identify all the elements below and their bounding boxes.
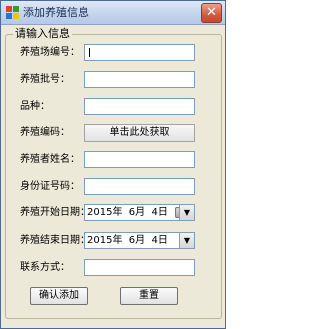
batch-label: 养殖批号： xyxy=(20,74,70,85)
start-date-label: 养殖开始日期： xyxy=(20,207,90,218)
batch-input[interactable] xyxy=(84,71,195,88)
farmer-name-label: 养殖者姓名： xyxy=(20,154,80,165)
close-button[interactable]: ✕ xyxy=(201,3,222,23)
breed-label: 品种： xyxy=(20,101,50,112)
chevron-down-icon[interactable]: ▼ xyxy=(179,233,194,248)
chevron-down-icon[interactable]: ▼ xyxy=(179,205,194,220)
end-date-value: 2015年 6月 4日 xyxy=(87,235,168,246)
farm-id-label: 养殖场编号： xyxy=(20,47,80,58)
end-date-label: 养殖结束日期： xyxy=(20,235,90,246)
contact-input[interactable] xyxy=(84,259,195,276)
groupbox-title: 请输入信息 xyxy=(13,27,72,40)
id-card-input[interactable] xyxy=(84,178,195,195)
app-window-icon xyxy=(6,6,19,19)
id-card-label: 身份证号码： xyxy=(20,181,80,192)
end-date-picker[interactable]: 2015年 6月 4日 ▼ xyxy=(84,232,195,249)
confirm-add-button[interactable]: 确认添加 xyxy=(30,287,88,305)
get-code-button[interactable]: 单击此处获取 xyxy=(84,124,195,142)
start-date-picker[interactable]: 2015年 6月 4日 ▼ xyxy=(84,204,195,221)
close-icon: ✕ xyxy=(206,5,217,20)
reset-button[interactable]: 重置 xyxy=(120,287,178,305)
farmer-name-input[interactable] xyxy=(84,151,195,168)
window-title: 添加养殖信息 xyxy=(23,6,89,19)
add-breeding-info-dialog: 添加养殖信息 ✕ 请输入信息 养殖场编号： 养殖批号： 品种： 养殖编码： 单击… xyxy=(0,0,226,329)
title-bar[interactable]: 添加养殖信息 ✕ xyxy=(1,1,225,25)
text-caret xyxy=(89,48,90,57)
breed-input[interactable] xyxy=(84,98,195,115)
code-label: 养殖编码： xyxy=(20,127,70,138)
farm-id-input[interactable] xyxy=(84,44,195,61)
start-date-value: 2015年 6月 4日 xyxy=(87,207,168,218)
contact-label: 联系方式： xyxy=(20,262,70,273)
